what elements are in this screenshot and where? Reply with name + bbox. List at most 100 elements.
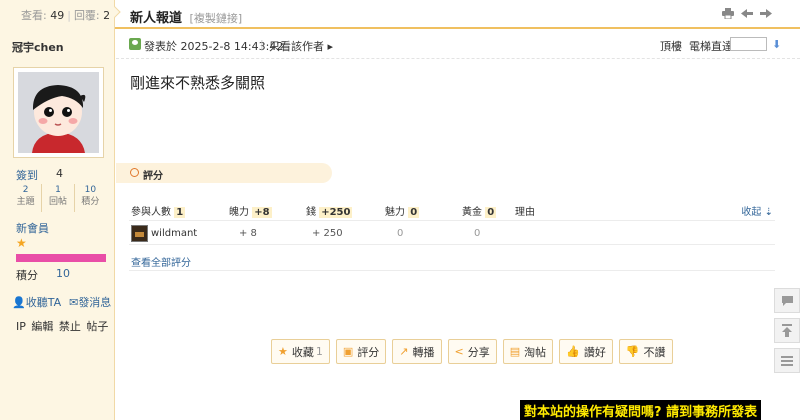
- rate-button[interactable]: ▣ 評分: [335, 339, 387, 364]
- thread-header: 查看: 49 | 回覆: 2 新人報道 [複製鏈接]: [0, 0, 800, 29]
- rater-avatar[interactable]: [131, 225, 148, 242]
- replies-label: 回覆:: [73, 9, 100, 22]
- participants-header: 參與人數 1: [131, 203, 186, 218]
- stat-credits-value: 10: [84, 185, 97, 195]
- meta-separator: |: [260, 38, 264, 51]
- level-progress-bar: [16, 254, 106, 262]
- avatar[interactable]: [13, 67, 104, 158]
- credits-value[interactable]: 10: [56, 267, 70, 280]
- appeal-total: 0: [408, 207, 420, 218]
- thread-stats: 查看: 49 | 回覆: 2: [0, 0, 115, 29]
- print-icon[interactable]: [722, 8, 734, 20]
- share-label: 分享: [467, 345, 490, 359]
- message-button[interactable]: ✉發消息: [69, 294, 111, 310]
- appeal-label: 魅力: [385, 207, 405, 218]
- view-all-ratings-link[interactable]: 查看全部評分: [131, 254, 191, 269]
- stat-threads-label: 主題: [16, 197, 35, 207]
- rater-money: + 250: [312, 228, 343, 239]
- collect-icon: ▤: [509, 345, 521, 358]
- prev-thread-icon[interactable]: [741, 8, 753, 19]
- next-thread-icon[interactable]: [760, 8, 772, 19]
- like-button[interactable]: 👍 讚好: [559, 339, 613, 364]
- level-star-icon: ★: [16, 236, 27, 250]
- favorite-count: 1: [315, 345, 323, 358]
- rating-header: 評分: [116, 163, 332, 183]
- admin-links: IP 編輯 禁止 帖子: [16, 318, 110, 334]
- collapse-button[interactable]: 收起 ⇣: [741, 203, 773, 218]
- participants-label: 參與人數: [131, 207, 171, 218]
- goto-floor-input[interactable]: [730, 37, 767, 51]
- admin-edit-link[interactable]: 編輯: [31, 320, 53, 333]
- post-action-buttons: ★ 收藏 1 ▣ 評分 ↗ 轉播 < 分享 ▤ 淘帖 👍 讚好 👎 不讚: [271, 339, 673, 364]
- rater-name[interactable]: wildmant: [151, 228, 197, 239]
- appeal-header: 魅力 0: [385, 203, 420, 218]
- admin-ip-link[interactable]: IP: [16, 320, 26, 333]
- thread-title-text: 新人報道: [130, 11, 183, 26]
- collect-label: 淘帖: [524, 345, 547, 359]
- author-only-label: 只看該作者: [269, 40, 324, 53]
- quick-reply-icon[interactable]: [774, 288, 800, 313]
- share-button[interactable]: < 分享: [447, 339, 497, 364]
- post-content: 剛進來不熟悉多關照: [130, 74, 266, 92]
- charm-header: 魄力 +8: [229, 203, 272, 218]
- star-icon: ★: [278, 345, 288, 358]
- credits-label: 積分: [16, 269, 38, 282]
- stat-threads[interactable]: 2 主題: [10, 184, 41, 212]
- forward-label: 轉播: [412, 345, 435, 359]
- signin-label[interactable]: 簽到: [16, 167, 38, 183]
- share-icon: <: [454, 345, 464, 358]
- stat-posts-label: 回帖: [48, 197, 67, 207]
- rating-row: wildmant + 8 + 250 0 0: [129, 221, 775, 245]
- list-icon[interactable]: [774, 348, 800, 373]
- collect-button[interactable]: ▤ 淘帖: [502, 339, 554, 364]
- rating-table-header: 參與人數 1 魄力 +8 錢 +250 魅力 0 黃金 0 理由 收起 ⇣: [129, 199, 775, 221]
- post-meta: 發表於 2025-2-8 14:43:42 | 只看該作者 ▸ 頂樓 電梯直達 …: [116, 31, 800, 59]
- participants-count: 1: [174, 207, 186, 218]
- stat-posts-value: 1: [55, 185, 61, 195]
- collapse-label: 收起: [741, 207, 762, 218]
- favorite-button[interactable]: ★ 收藏 1: [271, 339, 330, 364]
- dislike-button[interactable]: 👎 不讚: [618, 339, 673, 364]
- back-to-top-icon[interactable]: [774, 318, 800, 343]
- admin-ban-link[interactable]: 禁止: [59, 320, 81, 333]
- goto-floor-label: 電梯直達: [689, 40, 733, 53]
- author-only-link[interactable]: 只看該作者 ▸: [269, 38, 333, 54]
- stat-credits[interactable]: 10 積分: [73, 184, 106, 212]
- rate-label: 評分: [357, 345, 380, 359]
- views-count: 49: [50, 9, 65, 22]
- gold-label: 黃金: [462, 207, 482, 218]
- forward-icon: ↗: [399, 345, 409, 358]
- user-group[interactable]: 新會員: [16, 220, 49, 236]
- thread-tools: [722, 8, 772, 20]
- like-label: 讚好: [583, 345, 606, 359]
- money-total: +250: [319, 207, 353, 218]
- thumbs-down-icon: 👎: [625, 345, 640, 358]
- money-header: 錢 +250: [306, 203, 353, 218]
- stat-posts[interactable]: 1 回帖: [41, 184, 73, 212]
- copy-link-button[interactable]: [複製鏈接]: [190, 12, 243, 25]
- gold-total: 0: [485, 207, 497, 218]
- envelope-icon: ✉: [69, 296, 79, 309]
- rater-appeal: 0: [397, 228, 404, 239]
- rater-charm: + 8: [239, 228, 257, 239]
- author-stats: 2 主題 1 回帖 10 積分: [10, 184, 106, 212]
- online-status-icon: [129, 38, 141, 50]
- follow-button[interactable]: 👤收聽TA: [12, 294, 61, 310]
- gold-header: 黃金 0: [462, 203, 497, 218]
- admin-posts-link[interactable]: 帖子: [86, 320, 108, 333]
- goto-floor-arrow-icon[interactable]: ⬇: [772, 38, 781, 51]
- stat-threads-value: 2: [22, 185, 29, 195]
- author-name[interactable]: 冠宇chen: [12, 39, 64, 55]
- favorite-label: 收藏: [291, 345, 314, 359]
- rating-table: 參與人數 1 魄力 +8 錢 +250 魅力 0 黃金 0 理由 收起 ⇣ wi…: [129, 199, 775, 245]
- forward-button[interactable]: ↗ 轉播: [392, 339, 442, 364]
- dislike-label: 不讚: [643, 345, 666, 359]
- floor-label[interactable]: 頂樓: [660, 38, 682, 54]
- charm-total: +8: [252, 207, 272, 218]
- follow-icon: 👤: [12, 296, 26, 309]
- author-actions: 👤收聽TA ✉發消息: [12, 294, 111, 310]
- rater-gold: 0: [474, 228, 481, 239]
- rating-ring-icon: [130, 168, 139, 177]
- help-banner[interactable]: 對本站的操作有疑問嗎? 請到事務所發表: [520, 400, 762, 420]
- author-sidebar: 冠宇chen 簽到 4 2 主題 1 回帖 10 積分 新會員 ★ 積分 10 …: [0, 29, 115, 420]
